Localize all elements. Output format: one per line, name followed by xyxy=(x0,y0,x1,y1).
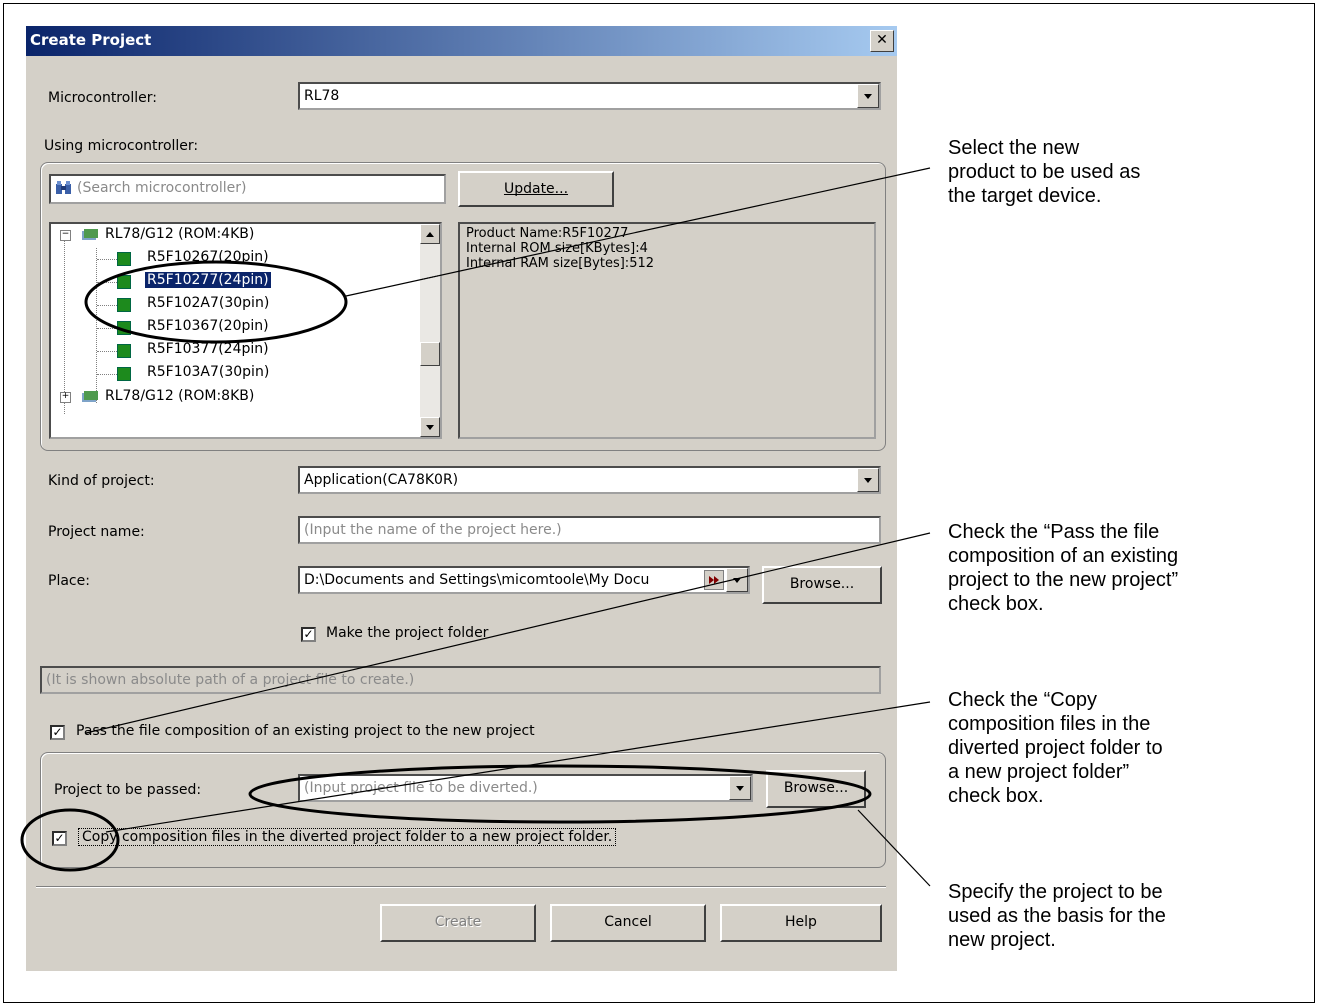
scroll-thumb[interactable] xyxy=(420,342,440,366)
kind-of-project-select[interactable]: Application(CA78K0R) xyxy=(298,466,881,494)
create-project-dialog: Create Project ✕ Microcontroller: RL78 U… xyxy=(26,26,897,971)
collapse-icon[interactable]: − xyxy=(60,230,71,241)
absolute-path-text: (It is shown absolute path of a project … xyxy=(46,672,415,688)
chip-icon xyxy=(117,321,131,335)
group-folder-icon xyxy=(81,390,99,404)
chip-icon xyxy=(117,344,131,358)
annotation-check-pass: Check the “Pass the file composition of … xyxy=(948,520,1178,616)
chevron-down-icon[interactable] xyxy=(857,84,879,108)
binoculars-icon xyxy=(55,180,73,196)
annotation-line: composition files in the xyxy=(948,713,1151,735)
place-label: Place: xyxy=(48,573,90,589)
annotation-line: Select the new xyxy=(948,137,1080,159)
absolute-path-field: (It is shown absolute path of a project … xyxy=(40,666,881,694)
tree-item-device[interactable]: R5F10367(20pin) xyxy=(147,318,269,334)
history-icon[interactable] xyxy=(704,570,724,590)
group-folder-icon xyxy=(81,228,99,242)
tree-item-device[interactable]: R5F10377(24pin) xyxy=(147,341,269,357)
search-microcontroller-input[interactable]: (Search microcontroller) xyxy=(49,174,446,204)
annotation-line: new project. xyxy=(948,929,1056,951)
make-folder-checkbox[interactable]: ✓ xyxy=(301,627,316,642)
microcontroller-select[interactable]: RL78 xyxy=(298,82,881,110)
copy-files-label: Copy composition files in the diverted p… xyxy=(78,828,617,846)
kind-of-project-value: Application(CA78K0R) xyxy=(304,472,459,488)
chip-icon xyxy=(117,275,131,289)
pass-composition-checkbox[interactable]: ✓ xyxy=(50,725,65,740)
ram-size-line: Internal RAM size[Bytes]:512 xyxy=(466,256,655,271)
project-to-be-passed-select[interactable]: (Input project file to be diverted.) xyxy=(298,774,753,802)
annotation-line: composition of an existing xyxy=(948,545,1179,567)
tree-item-device-selected[interactable]: R5F10277(24pin) xyxy=(145,272,271,288)
tree-item-device[interactable]: R5F103A7(30pin) xyxy=(147,364,269,380)
annotation-line: project to the new project” xyxy=(948,569,1179,591)
copy-files-checkbox[interactable]: ✓ xyxy=(52,831,67,846)
annotation-line: used as the basis for the xyxy=(948,905,1166,927)
chevron-down-icon[interactable] xyxy=(729,776,751,800)
annotation-line: Specify the project to be xyxy=(948,881,1163,903)
dialog-title: Create Project xyxy=(30,31,152,49)
help-button[interactable]: Help xyxy=(720,904,882,942)
update-button-label: Update... xyxy=(503,181,569,197)
tree-item-group[interactable]: RL78/G12 (ROM:4KB) xyxy=(105,226,254,242)
annotation-line: Check the “Pass the file xyxy=(948,521,1160,543)
make-folder-label: Make the project folder xyxy=(326,625,489,641)
annotation-select-product: Select the new product to be used as the… xyxy=(948,136,1140,208)
project-to-be-passed-label: Project to be passed: xyxy=(54,782,202,798)
dialog-titlebar: Create Project ✕ xyxy=(26,26,897,56)
tree-item-device[interactable]: R5F102A7(30pin) xyxy=(147,295,269,311)
chip-icon xyxy=(117,298,131,312)
chevron-down-icon[interactable] xyxy=(857,468,879,492)
annotation-specify-project: Specify the project to be used as the ba… xyxy=(948,880,1166,952)
update-button[interactable]: Update... xyxy=(458,171,614,207)
pass-composition-label: Pass the file composition of an existing… xyxy=(76,723,535,739)
project-to-be-passed-placeholder: (Input project file to be diverted.) xyxy=(304,780,538,796)
separator xyxy=(36,886,886,888)
place-value: D:\Documents and Settings\micomtoole\My … xyxy=(304,572,650,588)
annotation-line: diverted project folder to xyxy=(948,737,1163,759)
kind-of-project-label: Kind of project: xyxy=(48,473,155,489)
annotation-check-copy: Check the “Copy composition files in the… xyxy=(948,688,1163,808)
product-name-line: Product Name:R5F10277 xyxy=(466,226,629,241)
chevron-down-icon[interactable] xyxy=(726,568,748,592)
annotation-line: check box. xyxy=(948,785,1044,807)
microcontroller-value: RL78 xyxy=(304,88,340,104)
annotation-line: Check the “Copy xyxy=(948,689,1097,711)
project-name-placeholder: (Input the name of the project here.) xyxy=(304,522,562,538)
browse-button[interactable]: Browse... xyxy=(762,566,882,604)
using-microcontroller-label: Using microcontroller: xyxy=(44,138,199,154)
tree-item-group[interactable]: RL78/G12 (ROM:8KB) xyxy=(105,388,254,404)
annotation-line: check box. xyxy=(948,593,1044,615)
browse-project-button[interactable]: Browse... xyxy=(766,770,866,808)
expand-icon[interactable]: + xyxy=(60,392,71,403)
annotation-line: a new project folder” xyxy=(948,761,1130,783)
create-button[interactable]: Create xyxy=(380,904,536,942)
close-icon[interactable]: ✕ xyxy=(870,30,894,52)
place-select[interactable]: D:\Documents and Settings\micomtoole\My … xyxy=(298,566,750,594)
scroll-up-icon[interactable] xyxy=(420,224,440,244)
tree-item-device[interactable]: R5F10267(20pin) xyxy=(147,249,269,265)
chip-icon xyxy=(117,252,131,266)
scroll-down-icon[interactable] xyxy=(420,417,440,437)
tree-scrollbar[interactable] xyxy=(420,224,440,437)
microcontroller-tree[interactable]: − RL78/G12 (ROM:4KB) R5F10267(20pin) R5F… xyxy=(49,222,442,439)
pass-composition-groupbox xyxy=(40,752,886,868)
chip-icon xyxy=(117,367,131,381)
cancel-button[interactable]: Cancel xyxy=(550,904,706,942)
microcontroller-label: Microcontroller: xyxy=(48,90,157,106)
annotation-line: product to be used as xyxy=(948,161,1141,183)
product-info-panel: Product Name:R5F10277 Internal ROM size[… xyxy=(458,222,876,439)
project-name-input[interactable]: (Input the name of the project here.) xyxy=(298,516,881,544)
search-placeholder: (Search microcontroller) xyxy=(77,180,247,196)
annotation-line: the target device. xyxy=(948,185,1102,207)
project-name-label: Project name: xyxy=(48,524,145,540)
rom-size-line: Internal ROM size[KBytes]:4 xyxy=(466,241,648,256)
